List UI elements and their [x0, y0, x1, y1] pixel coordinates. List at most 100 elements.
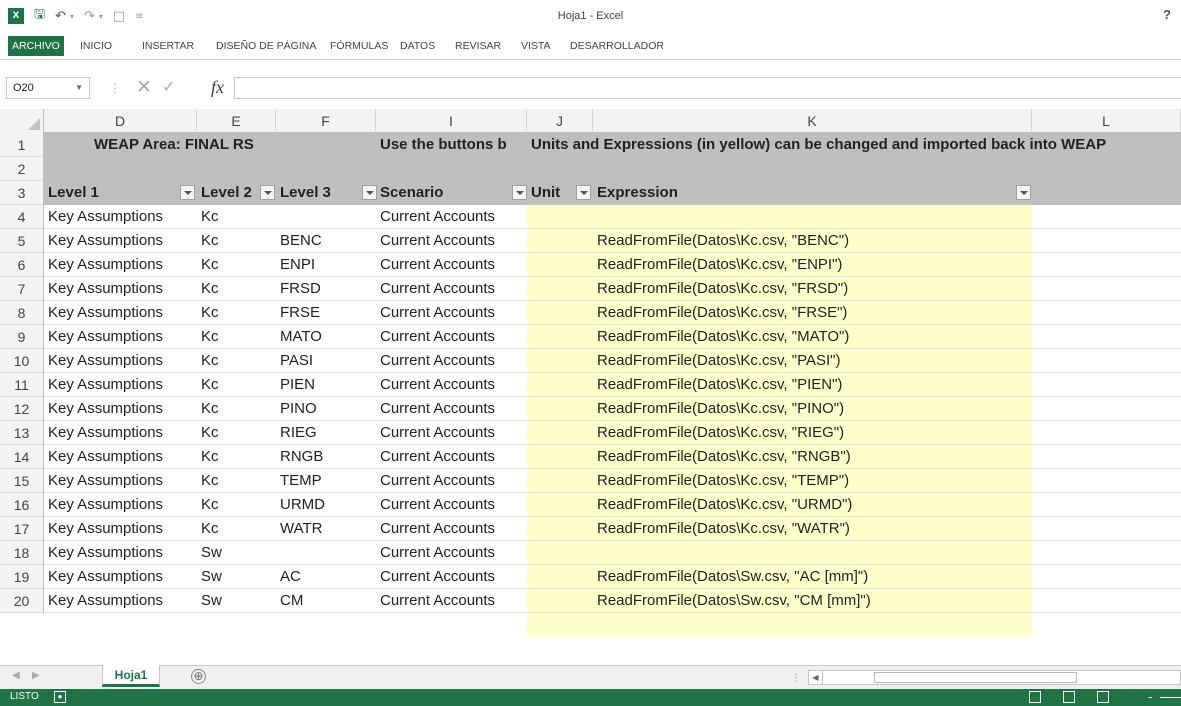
insert-function-button[interactable]: fx: [211, 77, 224, 98]
cell-e13[interactable]: Kc: [197, 421, 219, 445]
cell-f16[interactable]: URMD: [276, 493, 325, 517]
row-header-10[interactable]: 10: [0, 349, 44, 373]
column-header-i[interactable]: I: [376, 109, 527, 133]
cell-d1[interactable]: WEAP Area: FINAL RS: [44, 133, 254, 157]
row-header-7[interactable]: 7: [0, 277, 44, 301]
cell-i12[interactable]: Current Accounts: [376, 397, 495, 421]
column-header-d[interactable]: D: [44, 109, 197, 133]
cell-k16[interactable]: ReadFromFile(Datos\Kc.csv, "URMD"): [593, 493, 852, 517]
cell-e3[interactable]: Level 2: [197, 181, 252, 205]
normal-view-icon[interactable]: [1029, 691, 1041, 703]
cell-d16[interactable]: Key Assumptions: [44, 493, 163, 517]
zoom-slider[interactable]: [1160, 697, 1181, 698]
cell-f14[interactable]: RNGB: [276, 445, 323, 469]
cell-e18[interactable]: Sw: [197, 541, 222, 565]
cell-k4[interactable]: [593, 205, 597, 229]
cell-d20[interactable]: Key Assumptions: [44, 589, 163, 613]
row-header-5[interactable]: 5: [0, 229, 44, 253]
tab-revisar[interactable]: REVISAR: [451, 37, 505, 55]
cell-k5[interactable]: ReadFromFile(Datos\Kc.csv, "BENC"): [593, 229, 849, 253]
tab-archivo[interactable]: ARCHIVO: [8, 36, 64, 56]
row-header-12[interactable]: 12: [0, 397, 44, 421]
tab-split-handle-icon[interactable]: ⋮: [791, 673, 801, 684]
cell-i17[interactable]: Current Accounts: [376, 517, 495, 541]
cell-d4[interactable]: Key Assumptions: [44, 205, 163, 229]
cell-k9[interactable]: ReadFromFile(Datos\Kc.csv, "MATO"): [593, 325, 849, 349]
cell-i16[interactable]: Current Accounts: [376, 493, 495, 517]
cell-k17[interactable]: ReadFromFile(Datos\Kc.csv, "WATR"): [593, 517, 850, 541]
select-all-corner[interactable]: [0, 109, 44, 133]
cell-e8[interactable]: Kc: [197, 301, 219, 325]
cell-e14[interactable]: Kc: [197, 445, 219, 469]
cell-f11[interactable]: PIEN: [276, 373, 315, 397]
cell-f6[interactable]: ENPI: [276, 253, 315, 277]
worksheet-grid[interactable]: D E F I J K L 1 WEAP Area: FINAL RS Use the butto…: [0, 109, 1181, 665]
cell-d14[interactable]: Key Assumptions: [44, 445, 163, 469]
cell-i4[interactable]: Current Accounts: [376, 205, 495, 229]
row-header-8[interactable]: 8: [0, 301, 44, 325]
cell-k7[interactable]: ReadFromFile(Datos\Kc.csv, "FRSD"): [593, 277, 848, 301]
scroll-left-icon[interactable]: ◀: [809, 671, 823, 684]
cell-e10[interactable]: Kc: [197, 349, 219, 373]
cell-e9[interactable]: Kc: [197, 325, 219, 349]
cell-e16[interactable]: Kc: [197, 493, 219, 517]
cell-i8[interactable]: Current Accounts: [376, 301, 495, 325]
cell-k19[interactable]: ReadFromFile(Datos\Sw.csv, "AC [mm]"): [593, 565, 868, 589]
chevron-down-icon[interactable]: ▼: [75, 78, 83, 98]
cell-i11[interactable]: Current Accounts: [376, 373, 495, 397]
cell-i20[interactable]: Current Accounts: [376, 589, 495, 613]
cell-d5[interactable]: Key Assumptions: [44, 229, 163, 253]
zoom-out-button[interactable]: -: [1148, 689, 1152, 704]
tab-desarrollador[interactable]: DESARROLLADOR: [566, 37, 668, 55]
tab-insertar[interactable]: INSERTAR: [138, 37, 198, 55]
cell-j1[interactable]: Units and Expressions (in yellow) can be…: [527, 133, 1106, 157]
cell-e17[interactable]: Kc: [197, 517, 219, 541]
name-box[interactable]: O20 ▼: [6, 77, 90, 99]
cell-f12[interactable]: PINO: [276, 397, 317, 421]
cell-d18[interactable]: Key Assumptions: [44, 541, 163, 565]
sheet-next-icon[interactable]: ▶: [32, 670, 40, 681]
formula-input[interactable]: [234, 77, 1181, 99]
cell-f17[interactable]: WATR: [276, 517, 323, 541]
cell-d13[interactable]: Key Assumptions: [44, 421, 163, 445]
cell-k6[interactable]: ReadFromFile(Datos\Kc.csv, "ENPI"): [593, 253, 842, 277]
page-break-view-icon[interactable]: [1097, 691, 1109, 703]
row-header-17[interactable]: 17: [0, 517, 44, 541]
horizontal-scrollbar[interactable]: ◀: [808, 670, 1181, 685]
sheet-tab-hoja1[interactable]: Hoja1: [102, 665, 160, 687]
cell-j3[interactable]: Unit: [527, 181, 560, 205]
tab-formulas[interactable]: FÓRMULAS: [326, 37, 392, 55]
cell-i13[interactable]: Current Accounts: [376, 421, 495, 445]
cell-i14[interactable]: Current Accounts: [376, 445, 495, 469]
row-header-14[interactable]: 14: [0, 445, 44, 469]
cell-d11[interactable]: Key Assumptions: [44, 373, 163, 397]
cell-i9[interactable]: Current Accounts: [376, 325, 495, 349]
cell-e15[interactable]: Kc: [197, 469, 219, 493]
cell-k10[interactable]: ReadFromFile(Datos\Kc.csv, "PASI"): [593, 349, 840, 373]
tab-diseno-de-pagina[interactable]: DISEÑO DE PÁGINA: [212, 37, 320, 55]
cell-k12[interactable]: ReadFromFile(Datos\Kc.csv, "PINO"): [593, 397, 844, 421]
tab-vista[interactable]: VISTA: [517, 37, 555, 55]
enter-check-icon[interactable]: ✓: [162, 77, 175, 96]
column-header-k[interactable]: K: [593, 109, 1032, 133]
column-header-e[interactable]: E: [197, 109, 276, 133]
scrollbar-thumb[interactable]: [874, 672, 1077, 683]
row-header-4[interactable]: 4: [0, 205, 44, 229]
filter-dropdown-f[interactable]: [362, 185, 377, 200]
cell-d17[interactable]: Key Assumptions: [44, 517, 163, 541]
column-header-j[interactable]: J: [527, 109, 593, 133]
tab-datos[interactable]: DATOS: [396, 37, 439, 55]
filter-dropdown-k[interactable]: [1016, 185, 1031, 200]
cell-i15[interactable]: Current Accounts: [376, 469, 495, 493]
cell-k13[interactable]: ReadFromFile(Datos\Kc.csv, "RIEG"): [593, 421, 844, 445]
sheet-prev-icon[interactable]: ◀: [12, 670, 20, 681]
cell-i19[interactable]: Current Accounts: [376, 565, 495, 589]
cell-k15[interactable]: ReadFromFile(Datos\Kc.csv, "TEMP"): [593, 469, 849, 493]
cell-i10[interactable]: Current Accounts: [376, 349, 495, 373]
cell-e7[interactable]: Kc: [197, 277, 219, 301]
row-header-2[interactable]: 2: [0, 157, 44, 181]
filter-dropdown-e[interactable]: [260, 185, 275, 200]
cancel-icon[interactable]: ✕: [136, 76, 152, 98]
cell-f4[interactable]: [276, 205, 280, 229]
cell-k20[interactable]: ReadFromFile(Datos\Sw.csv, "CM [mm]"): [593, 589, 871, 613]
